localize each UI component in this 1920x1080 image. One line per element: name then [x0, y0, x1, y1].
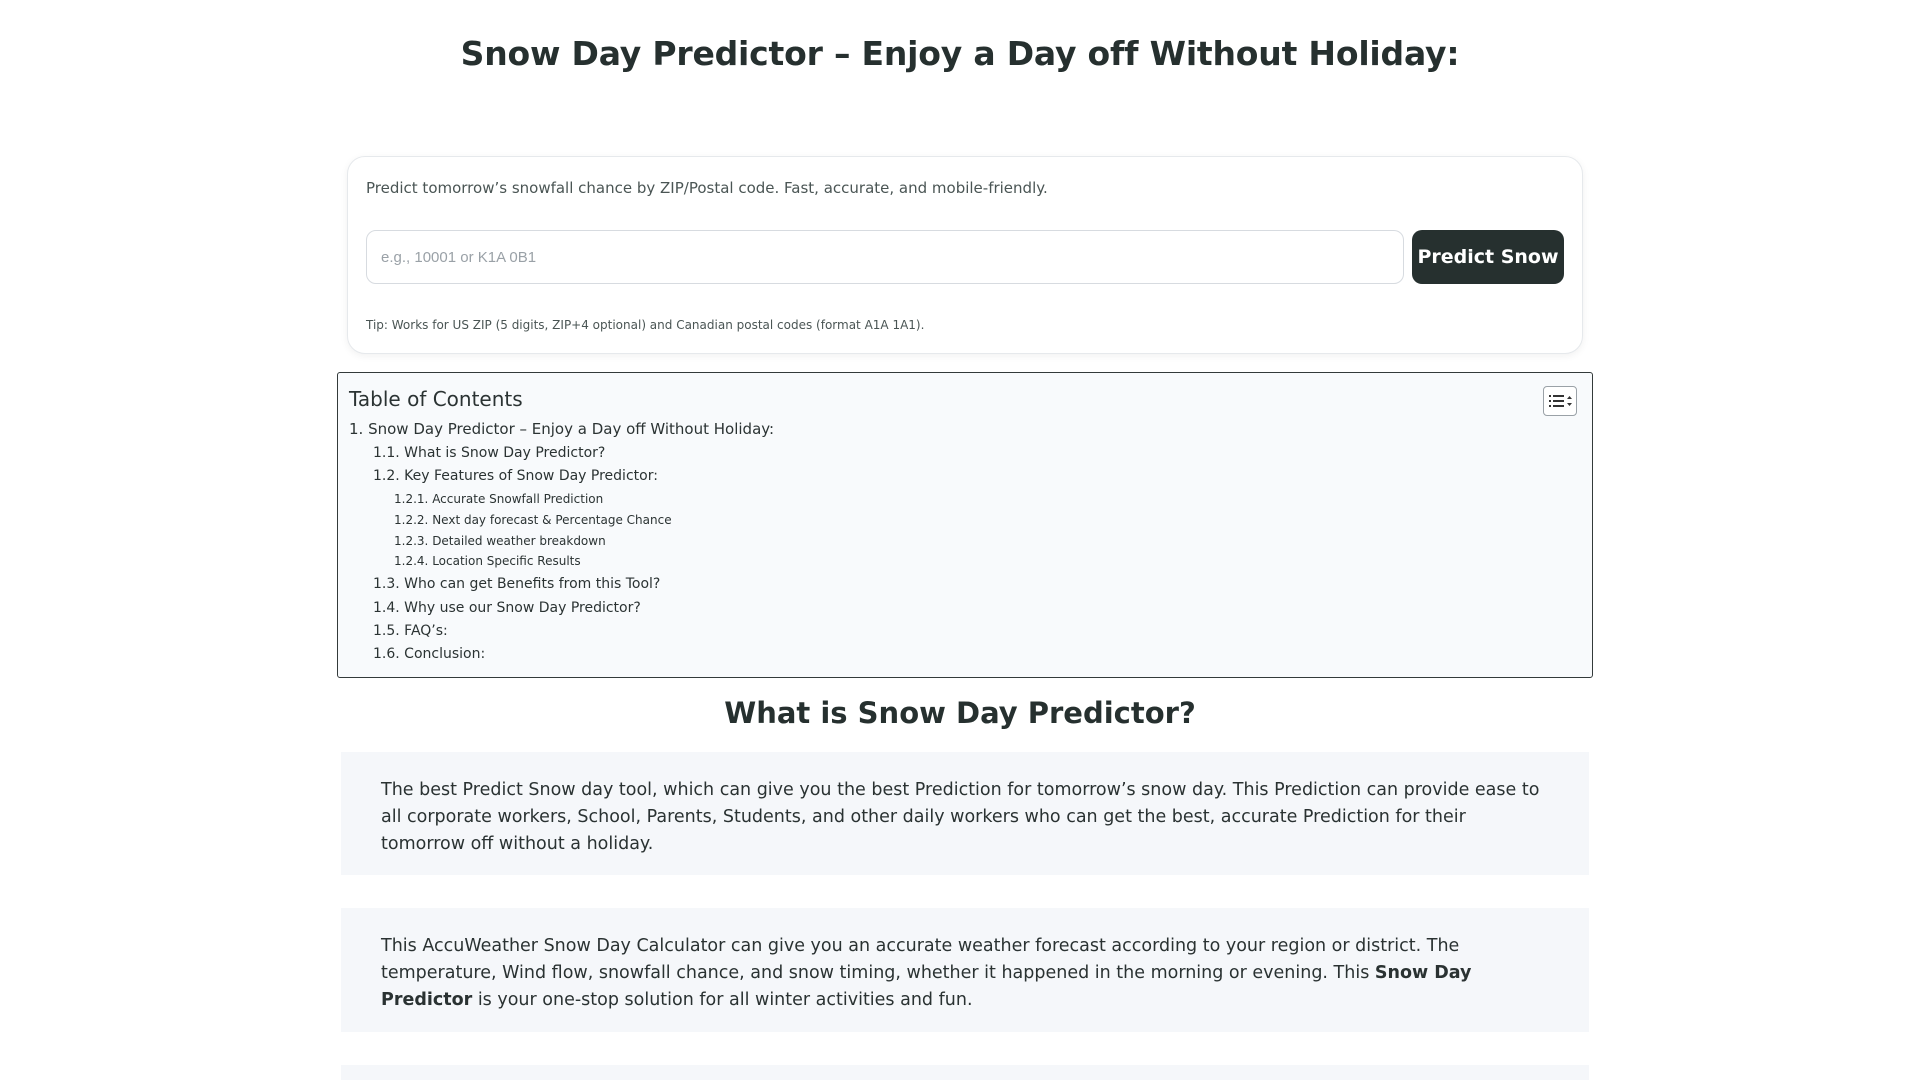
predictor-tip: Tip: Works for US ZIP (5 digits, ZIP+4 o… — [366, 318, 925, 332]
snow-predictor-card: Predict tomorrow’s snowfall chance by ZI… — [347, 156, 1583, 354]
toc-item-snow-day-predictor[interactable]: 1. Snow Day Predictor – Enjoy a Day off … — [349, 420, 774, 438]
toc-title: Table of Contents — [349, 387, 523, 411]
list-toggle-icon — [1549, 395, 1572, 407]
table-of-contents: Table of Contents 1. Snow Day Predictor … — [337, 372, 1593, 678]
zip-postal-input[interactable] — [366, 230, 1404, 284]
content-paragraph-box: This AccuWeather Snow Day Calculator can… — [341, 908, 1589, 1032]
predictor-description: Predict tomorrow’s snowfall chance by ZI… — [366, 179, 1048, 197]
toc-toggle-button[interactable] — [1543, 386, 1577, 416]
toc-item-what-is[interactable]: 1.1. What is Snow Day Predictor? — [373, 445, 605, 461]
toc-item-location-results[interactable]: 1.2.4. Location Specific Results — [394, 554, 581, 568]
toc-item-key-features[interactable]: 1.2. Key Features of Snow Day Predictor: — [373, 468, 658, 484]
toc-item-faqs[interactable]: 1.5. FAQ’s: — [373, 623, 448, 639]
section-heading: What is Snow Day Predictor? — [724, 696, 1196, 730]
toc-item-next-day-forecast[interactable]: 1.2.2. Next day forecast & Percentage Ch… — [394, 513, 672, 527]
toc-item-conclusion[interactable]: 1.6. Conclusion: — [373, 646, 485, 662]
toc-item-weather-breakdown[interactable]: 1.2.3. Detailed weather breakdown — [394, 534, 606, 548]
toc-item-accurate-snowfall[interactable]: 1.2.1. Accurate Snowfall Prediction — [394, 492, 603, 506]
content-paragraph-box: The best Predict Snow day tool, which ca… — [341, 752, 1589, 875]
paragraph-text: This AccuWeather Snow Day Calculator can… — [381, 936, 1472, 1010]
paragraph-text: The best Predict Snow day tool, which ca… — [381, 780, 1540, 854]
predict-snow-button[interactable]: Predict Snow — [1412, 230, 1564, 284]
content-paragraph-box — [341, 1065, 1589, 1080]
toc-item-why-use[interactable]: 1.4. Why use our Snow Day Predictor? — [373, 600, 641, 616]
page-title: Snow Day Predictor – Enjoy a Day off Wit… — [460, 34, 1460, 73]
toc-item-who-benefits[interactable]: 1.3. Who can get Benefits from this Tool… — [373, 576, 660, 592]
